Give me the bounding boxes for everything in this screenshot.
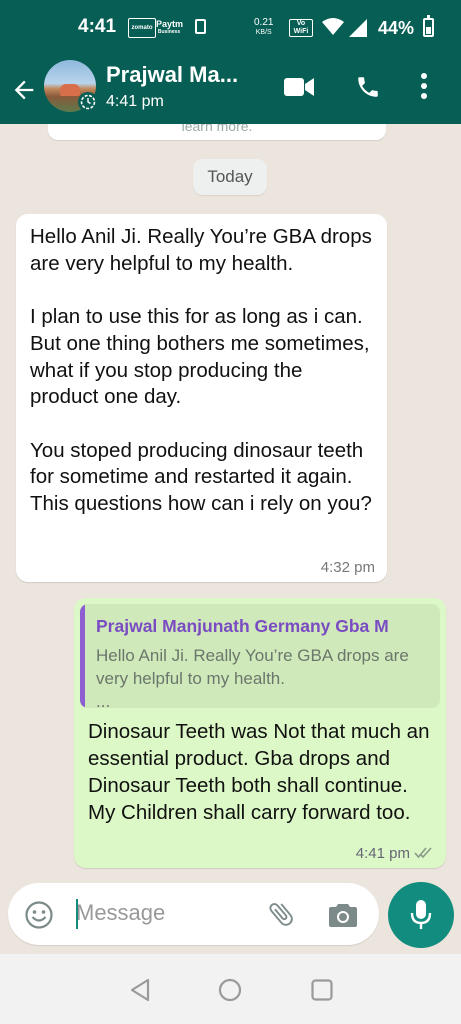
incoming-message-time: 4:32 pm: [320, 559, 375, 576]
chat-area[interactable]: learn more. Today Hello Anil Ji. Really …: [0, 124, 461, 880]
message-input-box[interactable]: [8, 883, 379, 945]
composer: [0, 880, 461, 954]
quoted-text: Hello Anil Ji. Really You’re GBA drops a…: [96, 644, 432, 708]
status-time: 4:41: [78, 16, 117, 37]
outgoing-message-bubble[interactable]: Prajwal Manjunath Germany Gba M Hello An…: [74, 598, 446, 868]
chat-header: Prajwal Ma... 4:41 pm: [0, 56, 461, 124]
paytm-label: Paytm: [156, 19, 184, 29]
outgoing-message-time: 4:41 pm: [355, 845, 410, 862]
quote-accent-bar: [80, 604, 85, 708]
incoming-message-text: Hello Anil Ji. Really You’re GBA drops a…: [30, 225, 372, 516]
quoted-message[interactable]: Prajwal Manjunath Germany Gba M Hello An…: [80, 604, 440, 708]
nav-back-icon[interactable]: [128, 978, 152, 1002]
voice-message-button[interactable]: [388, 882, 454, 948]
quoted-ellipsis: ...: [96, 692, 111, 708]
date-separator: Today: [193, 159, 267, 195]
attach-icon[interactable]: [266, 899, 296, 929]
battery-percent: 44%: [378, 18, 415, 38]
camera-icon[interactable]: [328, 902, 358, 928]
avatar-figure: [60, 84, 80, 96]
battery-fill: [426, 27, 431, 34]
quoted-author: Prajwal Manjunath Germany Gba M: [96, 616, 389, 636]
nav-recents-icon[interactable]: [311, 979, 333, 1001]
voice-call-icon[interactable]: [355, 74, 381, 100]
system-navigation-bar: [0, 954, 461, 1024]
read-receipt-icon: [414, 847, 432, 859]
outgoing-message-text: Dinosaur Teeth was Not that much an esse…: [88, 720, 430, 824]
signal-icon: [349, 19, 367, 37]
zomato-notification-icon: zomato: [128, 18, 156, 38]
back-arrow-icon[interactable]: [10, 76, 38, 104]
network-speed: 0.21 KB/S: [254, 18, 273, 38]
vowifi-line2: WiFi: [293, 28, 309, 35]
battery-icon: [423, 15, 434, 37]
video-call-icon[interactable]: [284, 76, 314, 98]
wifi-icon: [322, 18, 344, 35]
emoji-icon[interactable]: [24, 900, 54, 930]
network-speed-unit: KB/S: [255, 29, 272, 36]
more-options-icon[interactable]: [420, 72, 428, 100]
previous-message-bubble[interactable]: learn more.: [48, 124, 386, 140]
message-input[interactable]: [70, 893, 266, 933]
contact-name[interactable]: Prajwal Ma...: [106, 62, 238, 88]
paytm-notification-icon: Paytm Business: [156, 18, 184, 38]
disappearing-timer-badge: [78, 92, 98, 112]
quoted-text-body: Hello Anil Ji. Really You’re GBA drops a…: [96, 646, 409, 688]
last-seen: 4:41 pm: [106, 93, 164, 110]
previous-message-text: learn more.: [181, 124, 253, 134]
text-cursor: [76, 899, 78, 929]
nav-home-icon[interactable]: [218, 978, 242, 1002]
status-bar: 4:41 zomato Paytm Business 0.21 KB/S Vo W…: [0, 0, 461, 56]
timer-icon: [80, 94, 96, 110]
vowifi-line1: Vo: [296, 20, 306, 27]
download-notification-icon: [195, 19, 206, 34]
vowifi-icon: Vo WiFi: [289, 19, 313, 37]
mic-icon: [410, 900, 432, 929]
network-speed-value: 0.21: [254, 17, 274, 28]
incoming-message-bubble[interactable]: Hello Anil Ji. Really You’re GBA drops a…: [16, 214, 387, 582]
paytm-sub: Business: [157, 29, 181, 35]
